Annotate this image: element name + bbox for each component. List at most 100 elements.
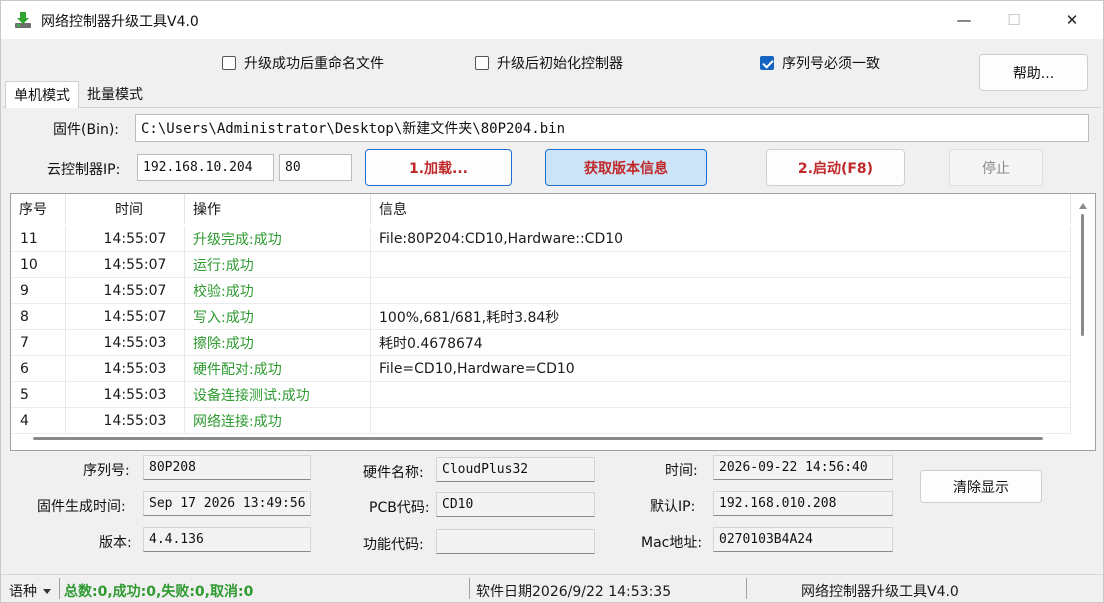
checkbox-label: 序列号必须一致 [782, 56, 880, 72]
row-info [371, 382, 1071, 408]
checkbox-label: 升级成功后重命名文件 [244, 56, 384, 72]
controller-port-field[interactable]: 80 [279, 154, 352, 181]
row-number: 4 [11, 408, 66, 434]
serial-must-match-checkbox[interactable]: 序列号必须一致 [760, 53, 880, 73]
row-operation: 写入:成功 [185, 304, 371, 330]
mac-address-value: 0270103B4A24 [713, 527, 893, 552]
row-info: File:80P204:CD10,Hardware::CD10 [371, 226, 1071, 252]
checkbox-box[interactable] [760, 56, 774, 70]
row-time: 14:55:03 [66, 382, 185, 408]
minimize-button[interactable]: — [941, 1, 987, 39]
start-button[interactable]: 2.启动(F8) [766, 149, 905, 186]
log-row[interactable]: 7 14:55:03 擦除:成功 耗时0.4678674 [11, 330, 1071, 356]
row-number: 5 [11, 382, 66, 408]
log-row[interactable]: 11 14:55:07 升级完成:成功 File:80P204:CD10,Hardwa… [11, 226, 1071, 252]
row-time: 14:55:07 [66, 304, 185, 330]
controller-ip-field[interactable]: 192.168.10.204 [137, 154, 274, 181]
controller-ip-label: 云控制器IP: [47, 162, 121, 178]
column-header-time[interactable]: 时间 [66, 194, 185, 224]
main-window: 网络控制器升级工具V4.0 — ☐ ✕ 升级成功后重命名文件 升级后初始化控制器… [0, 0, 1104, 603]
dropdown-arrow-icon [43, 588, 51, 594]
log-header: 序号 时间 操作 信息 [11, 194, 1071, 224]
row-time: 14:55:07 [66, 226, 185, 252]
tab-single-mode[interactable]: 单机模式 [5, 81, 79, 108]
log-row[interactable]: 9 14:55:07 校验:成功 [11, 278, 1071, 304]
status-separator [59, 578, 60, 599]
vertical-scrollbar[interactable] [1071, 194, 1095, 434]
row-time: 14:55:07 [66, 252, 185, 278]
vertical-scroll-thumb[interactable] [1081, 214, 1084, 336]
row-number: 8 [11, 304, 66, 330]
time-value: 2026-09-22 14:56:40 [713, 455, 893, 480]
column-header-info[interactable]: 信息 [371, 194, 1071, 224]
row-info: 100%,681/681,耗时3.84秒 [371, 304, 1071, 330]
pcb-code-label: PCB代码: [369, 500, 430, 516]
row-time: 14:55:03 [66, 356, 185, 382]
row-operation: 硬件配对:成功 [185, 356, 371, 382]
tab-batch-mode[interactable]: 批量模式 [79, 81, 151, 107]
row-number: 7 [11, 330, 66, 356]
row-operation: 设备连接测试:成功 [185, 382, 371, 408]
mac-address-label: Mac地址: [641, 535, 703, 551]
close-button[interactable]: ✕ [1049, 1, 1095, 39]
serial-label: 序列号: [83, 463, 130, 479]
version-label: 版本: [99, 535, 132, 551]
download-arrow-icon [15, 12, 31, 28]
checkbox-box[interactable] [475, 56, 489, 70]
rename-after-upgrade-checkbox[interactable]: 升级成功后重命名文件 [222, 53, 384, 73]
time-label: 时间: [665, 463, 698, 479]
help-button[interactable]: 帮助... [979, 54, 1088, 91]
firmware-path-field[interactable]: C:\Users\Administrator\Desktop\新建文件夹\80P… [135, 114, 1089, 142]
load-button[interactable]: 1.加载... [365, 149, 512, 186]
stop-button[interactable]: 停止 [949, 149, 1043, 186]
status-separator [746, 578, 747, 599]
log-row[interactable]: 5 14:55:03 设备连接测试:成功 [11, 382, 1071, 408]
language-label: 语种 [9, 584, 37, 600]
clear-display-button[interactable]: 清除显示 [920, 470, 1042, 503]
checkbox-box[interactable] [222, 56, 236, 70]
build-time-value: Sep 17 2026 13:49:56 [143, 491, 311, 516]
row-info: 耗时0.4678674 [371, 330, 1071, 356]
maximize-button[interactable]: ☐ [991, 1, 1037, 39]
row-number: 10 [11, 252, 66, 278]
default-ip-value: 192.168.010.208 [713, 491, 893, 516]
hardware-name-value: CloudPlus32 [436, 457, 595, 482]
row-operation: 升级完成:成功 [185, 226, 371, 252]
row-operation: 校验:成功 [185, 278, 371, 304]
log-list[interactable]: 序号 时间 操作 信息 11 14:55:07 升级完成:成功 File:80P204… [10, 193, 1096, 451]
function-code-value [436, 529, 595, 554]
get-version-button[interactable]: 获取版本信息 [545, 149, 707, 186]
log-row[interactable]: 8 14:55:07 写入:成功 100%,681/681,耗时3.84秒 [11, 304, 1071, 330]
horizontal-scroll-thumb[interactable] [33, 437, 1043, 440]
row-info: File=CD10,Hardware=CD10 [371, 356, 1071, 382]
row-time: 14:55:07 [66, 278, 185, 304]
column-header-no[interactable]: 序号 [11, 194, 66, 224]
build-time-label: 固件生成时间: [37, 499, 126, 515]
window-title: 网络控制器升级工具V4.0 [41, 14, 199, 30]
title-bar: 网络控制器升级工具V4.0 — ☐ ✕ [1, 1, 1103, 39]
status-app-name: 网络控制器升级工具V4.0 [801, 584, 959, 600]
log-row[interactable]: 10 14:55:07 运行:成功 [11, 252, 1071, 278]
row-operation: 运行:成功 [185, 252, 371, 278]
serial-value: 80P208 [143, 455, 311, 480]
hardware-name-label: 硬件名称: [363, 465, 424, 481]
pcb-code-value: CD10 [436, 492, 595, 517]
upgrade-summary: 总数:0,成功:0,失败:0,取消:0 [64, 584, 254, 600]
software-date: 软件日期2026/9/22 14:53:35 [476, 584, 672, 600]
log-row[interactable]: 6 14:55:03 硬件配对:成功 File=CD10,Hardware=CD10 [11, 356, 1071, 382]
log-row[interactable]: 4 14:55:03 网络连接:成功 [11, 408, 1071, 434]
scroll-up-icon[interactable] [1079, 203, 1087, 209]
row-info [371, 408, 1071, 434]
column-header-op[interactable]: 操作 [185, 194, 371, 224]
default-ip-label: 默认IP: [650, 499, 696, 515]
language-dropdown[interactable]: 语种 [9, 581, 51, 601]
row-number: 9 [11, 278, 66, 304]
row-info [371, 252, 1071, 278]
function-code-label: 功能代码: [363, 537, 424, 553]
row-number: 11 [11, 226, 66, 252]
init-after-upgrade-checkbox[interactable]: 升级后初始化控制器 [475, 53, 623, 73]
horizontal-scrollbar[interactable] [11, 434, 1071, 450]
row-number: 6 [11, 356, 66, 382]
row-operation: 擦除:成功 [185, 330, 371, 356]
row-time: 14:55:03 [66, 408, 185, 434]
